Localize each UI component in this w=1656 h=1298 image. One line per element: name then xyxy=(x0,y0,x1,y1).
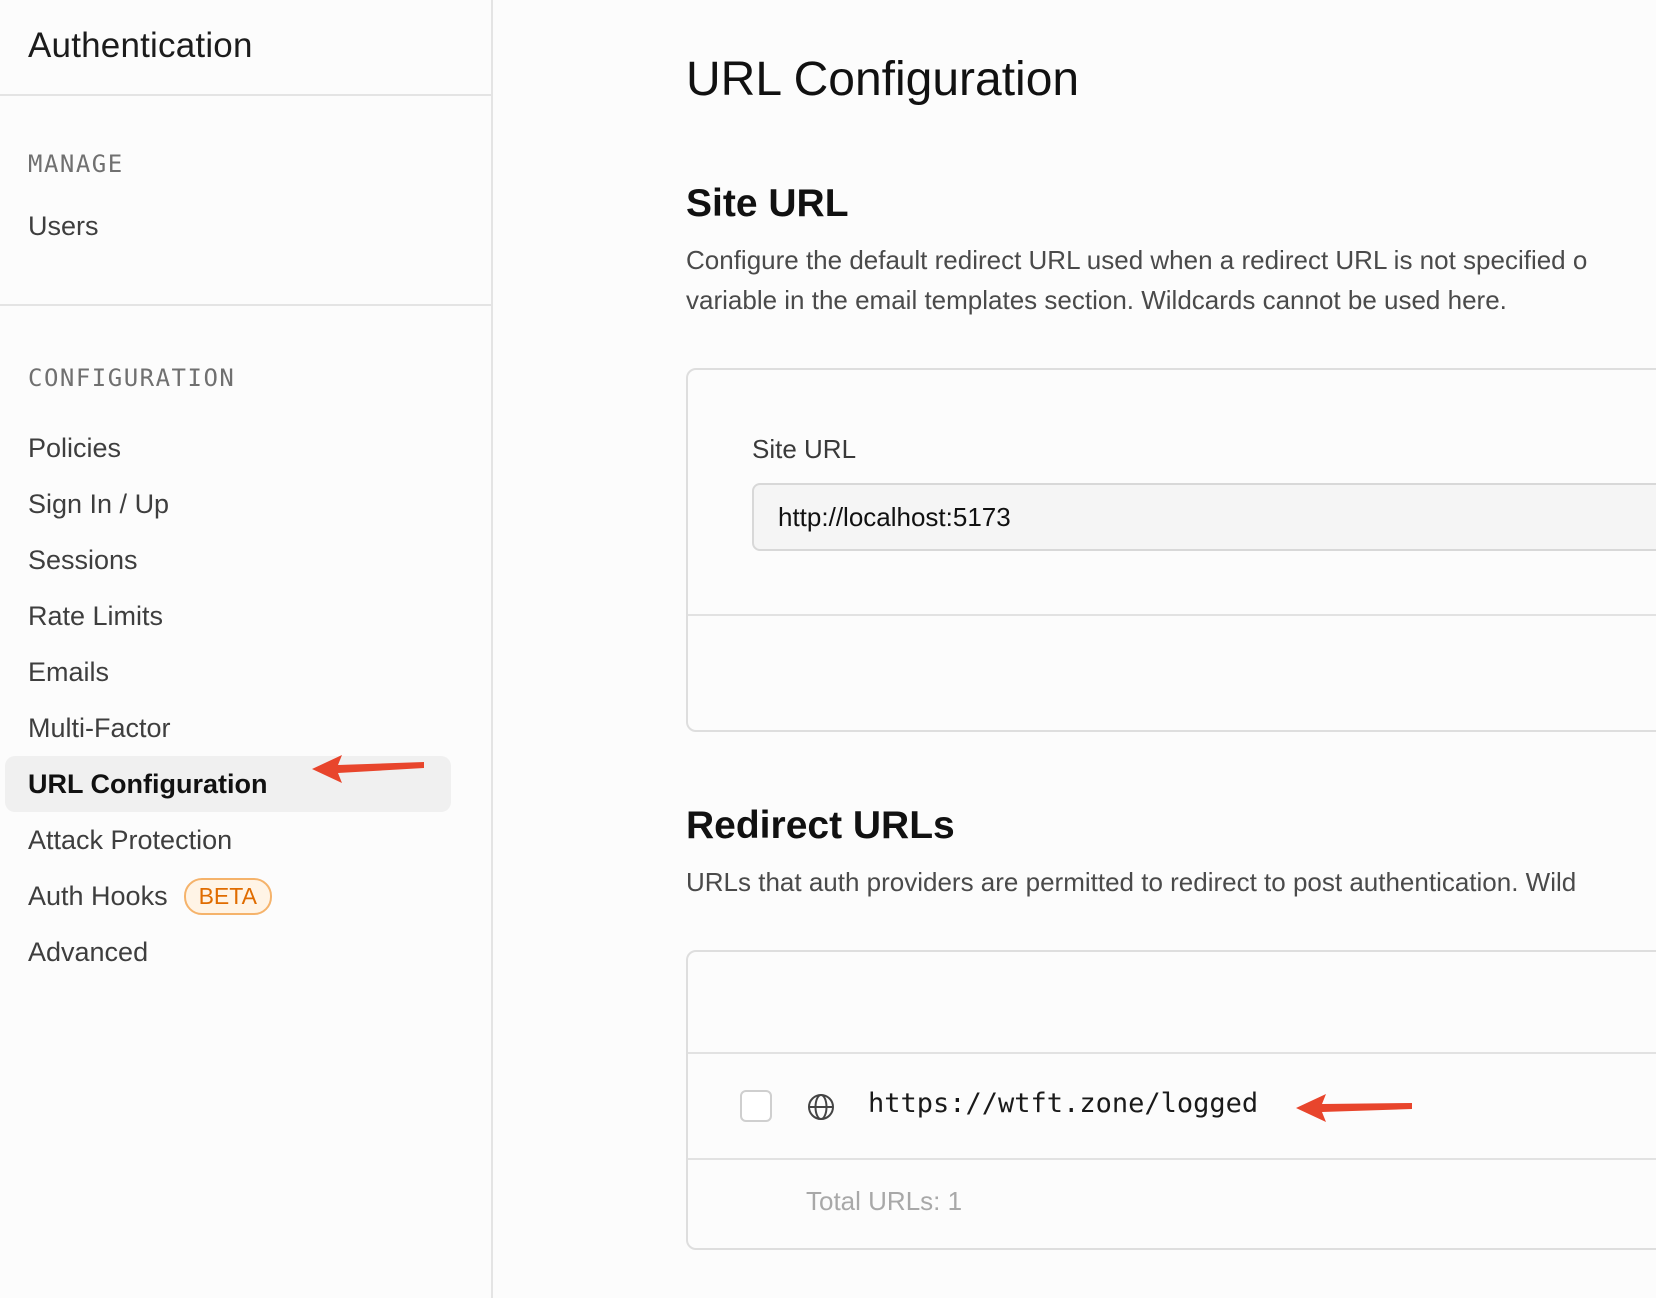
site-url-heading: Site URL xyxy=(686,182,849,225)
main-content: URL Configuration Site URL Configure the… xyxy=(686,0,1656,1298)
sidebar-item-label: Auth Hooks xyxy=(28,880,168,911)
annotation-arrow-icon xyxy=(312,755,424,783)
sidebar-item-auth-hooks[interactable]: Auth Hooks BETA xyxy=(5,868,451,924)
page-title: URL Configuration xyxy=(686,53,1080,106)
sidebar-item-label: Rate Limits xyxy=(28,600,164,631)
sidebar-item-label: Users xyxy=(28,210,99,241)
card-divider xyxy=(688,1158,1656,1160)
url-row-checkbox[interactable] xyxy=(740,1090,772,1122)
redirect-urls-heading: Redirect URLs xyxy=(686,804,955,847)
total-urls-count: Total URLs: 1 xyxy=(806,1186,963,1216)
section-label-configuration: CONFIGURATION xyxy=(28,364,236,392)
sidebar-item-emails[interactable]: Emails xyxy=(5,644,451,700)
redirect-urls-description: URLs that auth providers are permitted t… xyxy=(686,867,1577,897)
annotation-arrow-icon xyxy=(1296,1094,1412,1122)
card-divider xyxy=(688,1052,1656,1054)
site-url-card: Site URL xyxy=(686,368,1656,732)
sidebar-item-label: Sign In / Up xyxy=(28,488,170,519)
globe-icon xyxy=(808,1094,834,1120)
site-url-description-line1: Configure the default redirect URL used … xyxy=(686,245,1588,275)
redirect-url-text: https://wtft.zone/logged xyxy=(868,1088,1259,1119)
sidebar-item-attack-protection[interactable]: Attack Protection xyxy=(5,812,451,868)
sidebar-item-label: URL Configuration xyxy=(28,768,268,799)
card-divider xyxy=(688,614,1656,616)
sidebar-item-label: Attack Protection xyxy=(28,824,233,855)
sidebar-item-label: Emails xyxy=(28,656,110,687)
sidebar-item-multi-factor[interactable]: Multi-Factor xyxy=(5,700,451,756)
sidebar-item-users[interactable]: Users xyxy=(5,198,451,254)
beta-badge: BETA xyxy=(183,877,272,915)
sidebar-item-rate-limits[interactable]: Rate Limits xyxy=(5,588,451,644)
section-label-manage: MANAGE xyxy=(28,150,124,178)
sidebar-item-label: Sessions xyxy=(28,544,138,575)
sidebar-item-sessions[interactable]: Sessions xyxy=(5,532,451,588)
sidebar-item-policies[interactable]: Policies xyxy=(5,420,451,476)
sidebar-section-configuration: CONFIGURATION Policies Sign In / Up Sess… xyxy=(0,306,491,980)
sidebar-item-label: Advanced xyxy=(28,936,149,967)
site-url-input[interactable] xyxy=(752,483,1656,551)
sidebar-item-label: Policies xyxy=(28,432,122,463)
sidebar: Authentication MANAGE Users CONFIGURATIO… xyxy=(0,0,493,1298)
sidebar-title: Authentication xyxy=(28,26,253,65)
sidebar-item-advanced[interactable]: Advanced xyxy=(5,924,451,980)
redirect-urls-card: https://wtft.zone/logged Total URLs: 1 xyxy=(686,950,1656,1250)
sidebar-item-sign-in-up[interactable]: Sign In / Up xyxy=(5,476,451,532)
sidebar-section-manage: MANAGE Users xyxy=(0,96,491,306)
sidebar-item-label: Multi-Factor xyxy=(28,712,171,743)
site-url-field-label: Site URL xyxy=(752,434,857,464)
sidebar-header: Authentication xyxy=(0,0,491,96)
site-url-description-line2: variable in the email templates section.… xyxy=(686,285,1507,315)
